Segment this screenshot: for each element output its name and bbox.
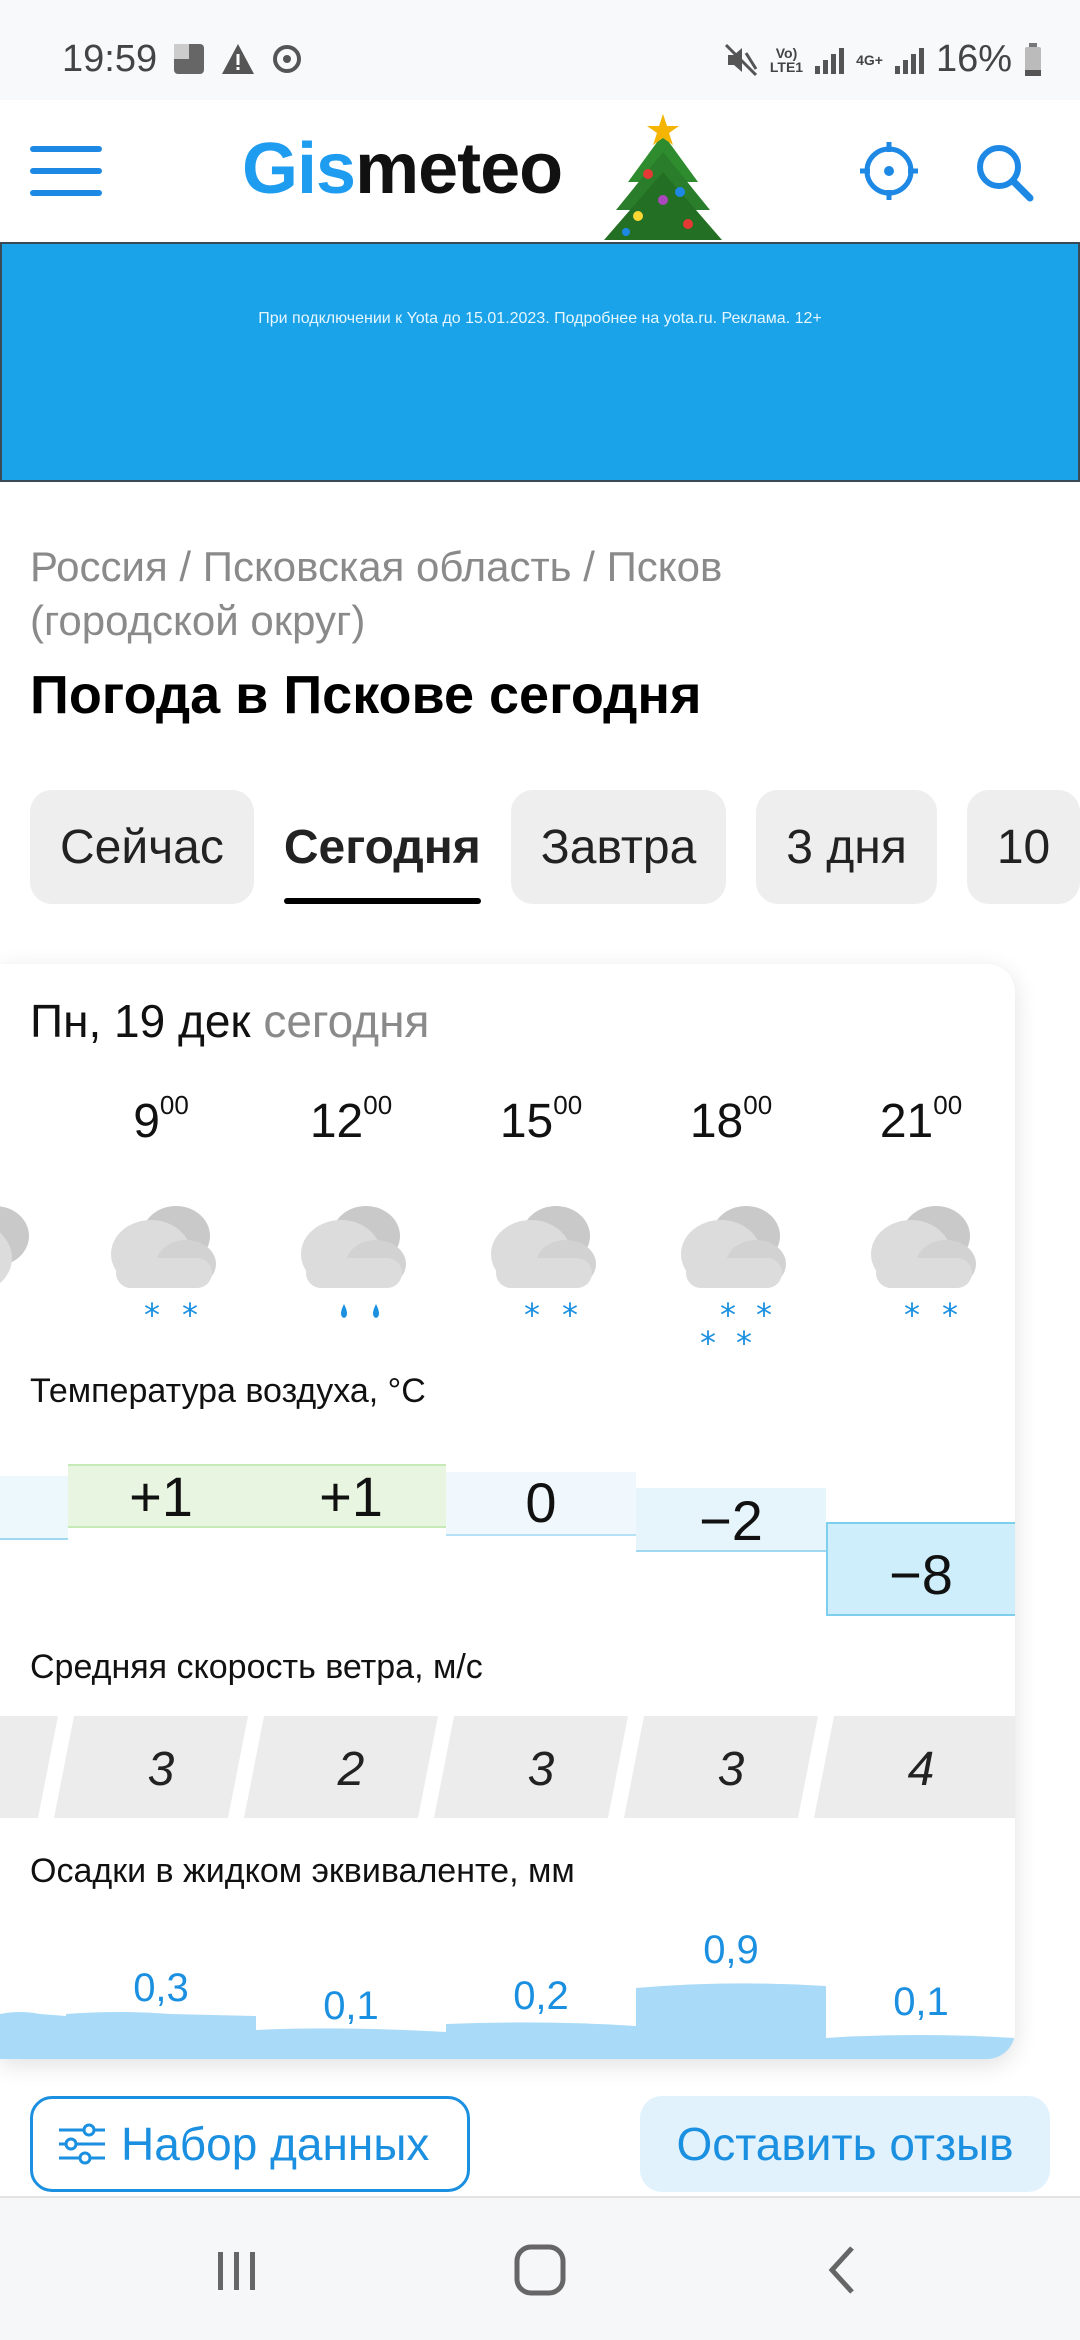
gallery-icon (174, 44, 204, 74)
signal-icon (815, 46, 845, 74)
svg-text:*: * (756, 1296, 772, 1334)
logo[interactable]: Gismeteo (242, 128, 563, 210)
hour-label: 900 (133, 1090, 189, 1148)
temperature-label: Температура воздуха, °C (30, 1372, 426, 1410)
location-icon[interactable] (858, 140, 920, 202)
temp-value: 0 (525, 1471, 557, 1534)
battery-icon (1025, 42, 1041, 76)
forecast-card: Пн, 19 дек сегодня 900 1200 1500 1800 21… (0, 964, 1015, 2059)
battery-percent: 16% (935, 38, 1012, 80)
wind-label: Средняя скорость ветра, м/с (30, 1648, 483, 1686)
back-icon (828, 2246, 854, 2294)
network-type: 4G+ (856, 51, 883, 68)
hour-label: 1800 (689, 1090, 773, 1148)
ad-banner[interactable]: При подключении к Yota до 15.01.2023. По… (0, 242, 1080, 482)
breadcrumb-region[interactable]: Псковская область (203, 543, 572, 590)
feedback-button[interactable]: Оставить отзыв (640, 2096, 1050, 2192)
precipitation-value: 0,2 (513, 1974, 569, 2018)
forecast-date: Пн, 19 дек сегодня (30, 995, 430, 1047)
system-indicators: Vo) LTE1 4G+ 16% (724, 38, 1042, 81)
notification-icons (172, 42, 304, 76)
dataset-button[interactable]: Набор данных (30, 2096, 470, 2192)
svg-text:*: * (720, 1296, 736, 1334)
hour-label: 1500 (499, 1090, 583, 1148)
tab-tomorrow[interactable]: Завтра (510, 790, 727, 904)
home-icon (514, 2244, 566, 2296)
cloud-snow-icon: * * (111, 1206, 216, 1334)
wind-value: 2 (337, 1743, 365, 1796)
svg-text:*: * (942, 1296, 958, 1334)
breadcrumb: Россия / Псковская область / Псков (горо… (30, 543, 723, 644)
precipitation-value: 0,1 (893, 1980, 949, 2024)
svg-text:*: * (524, 1296, 540, 1334)
precipitation-value: 0,9 (703, 1928, 759, 1972)
svg-text:*: * (736, 1324, 752, 1360)
recent-apps-button[interactable] (176, 2198, 296, 2340)
tab-today[interactable]: Сегодня (283, 790, 481, 904)
wind-value: 3 (147, 1743, 175, 1796)
volte-indicator: Vo) LTE1 (769, 44, 804, 75)
dataset-label: Набор данных (121, 2118, 430, 2170)
temp-value: −2 (699, 1489, 763, 1552)
recent-apps-icon (218, 2252, 255, 2290)
system-nav-bar (0, 2196, 1080, 2340)
signal-icon-2 (894, 46, 924, 74)
christmas-tree-icon (604, 114, 722, 240)
precipitation-value: 0,1 (323, 1984, 379, 2028)
precipitation-label: Осадки в жидком эквиваленте, мм (30, 1852, 575, 1890)
breadcrumb-country[interactable]: Россия (30, 543, 168, 590)
cloud-heavy-snow-icon: * * * * (681, 1206, 786, 1360)
temp-value: +1 (319, 1465, 383, 1528)
search-icon[interactable] (972, 140, 1036, 204)
precipitation-value: 0,3 (133, 1966, 189, 2010)
tab-now[interactable]: Сейчас (30, 790, 254, 904)
page-title: Погода в Пскове сегодня (30, 665, 702, 725)
temp-value: −8 (889, 1543, 953, 1606)
sync-icon (273, 45, 301, 73)
cloud-rain-icon (301, 1206, 406, 1318)
status-bar: 19:59 Vo) LTE1 4G+ 16% (0, 0, 1080, 100)
home-button[interactable] (480, 2198, 600, 2340)
status-time: 19:59 (62, 38, 158, 80)
back-button[interactable] (782, 2198, 902, 2340)
svg-text:*: * (904, 1296, 920, 1334)
app-header: Gismeteo (0, 100, 1080, 242)
mute-icon (724, 43, 758, 76)
period-tabs: Сейчас Сегодня Завтра 3 дня 10 (30, 790, 1080, 904)
svg-text:*: * (144, 1296, 160, 1334)
svg-text:*: * (562, 1296, 578, 1334)
cloud-snow-icon (0, 1206, 29, 1284)
hour-label: 2100 (879, 1090, 963, 1148)
sliders-icon (59, 2123, 105, 2165)
wind-value: 3 (717, 1743, 745, 1796)
warning-icon (222, 44, 254, 74)
cloud-snow-icon: * * (871, 1206, 976, 1334)
temp-value: +1 (129, 1465, 193, 1528)
wind-value: 4 (907, 1743, 935, 1796)
temp-bar (0, 1476, 68, 1540)
ad-text: При подключении к Yota до 15.01.2023. По… (258, 310, 822, 327)
tab-3-days[interactable]: 3 дня (756, 790, 937, 904)
svg-text:*: * (182, 1296, 198, 1334)
hour-label: 1200 (309, 1090, 393, 1148)
svg-text:*: * (700, 1324, 716, 1360)
tab-10-days[interactable]: 10 (966, 790, 1080, 904)
wind-value: 3 (527, 1743, 555, 1796)
menu-icon[interactable] (30, 146, 102, 196)
cloud-snow-icon: * * (491, 1206, 596, 1334)
